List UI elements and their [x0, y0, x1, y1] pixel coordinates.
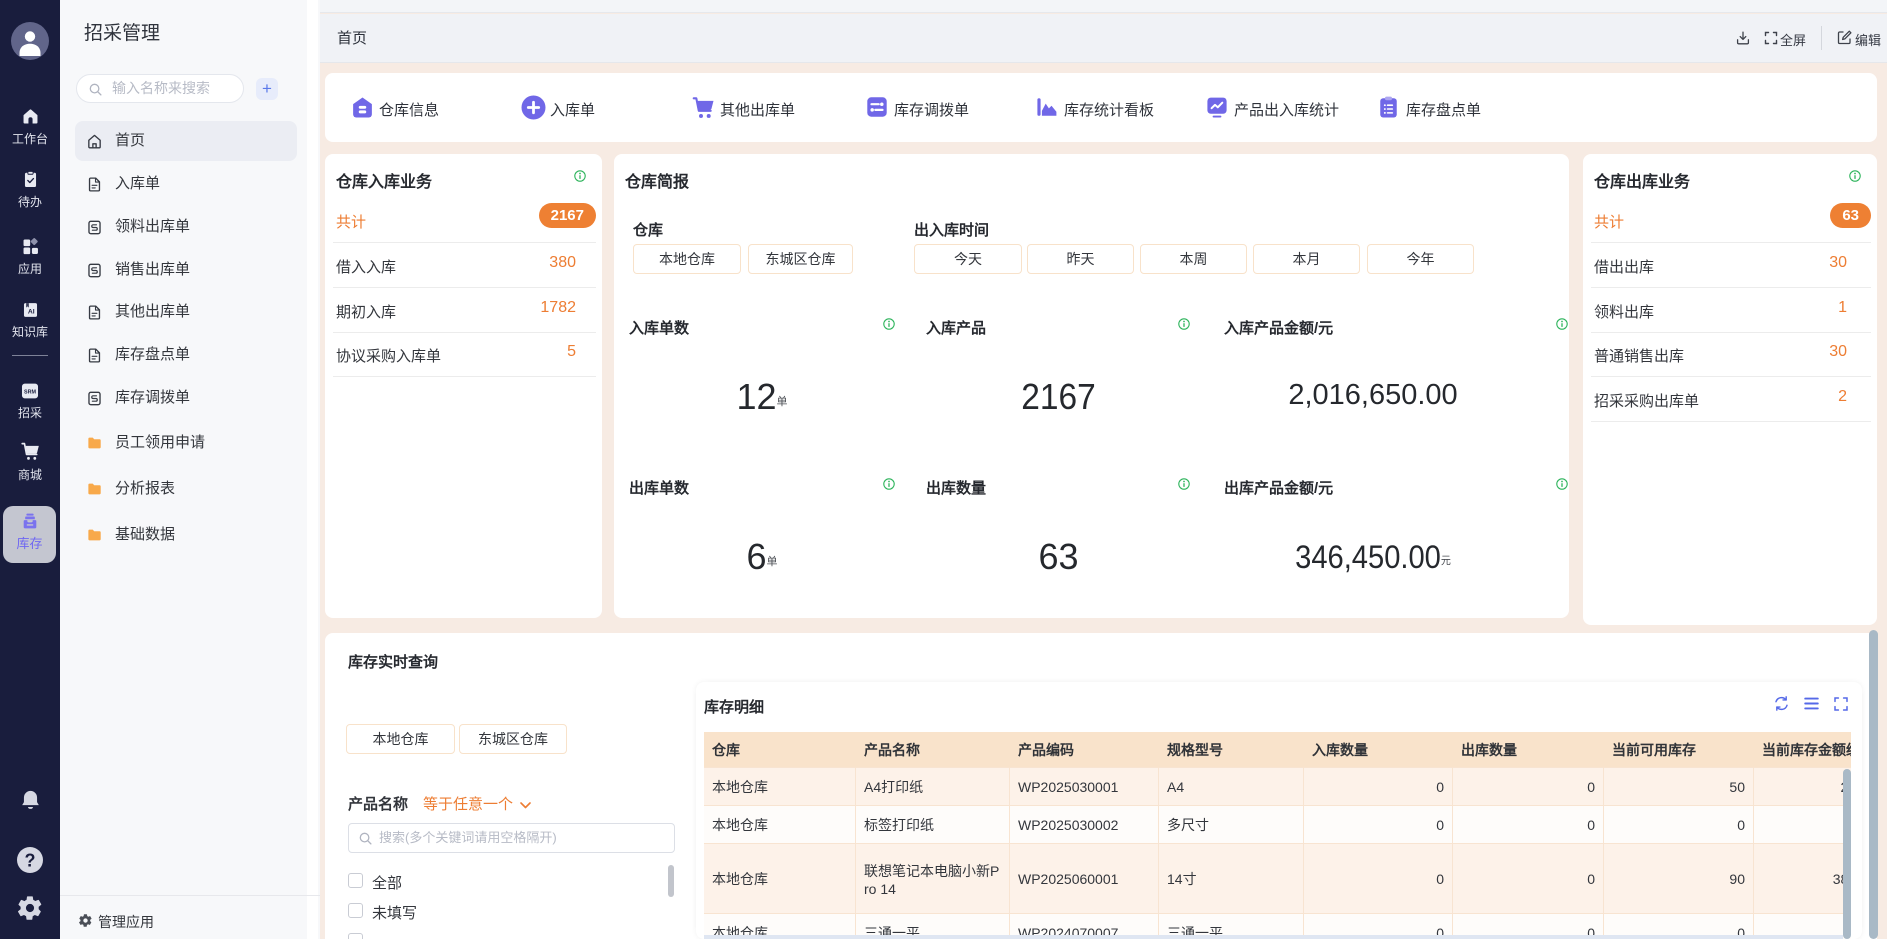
svg-text:AI: AI	[27, 308, 34, 315]
svg-text:?: ?	[25, 851, 36, 871]
svg-text:SRM: SRM	[24, 389, 36, 395]
